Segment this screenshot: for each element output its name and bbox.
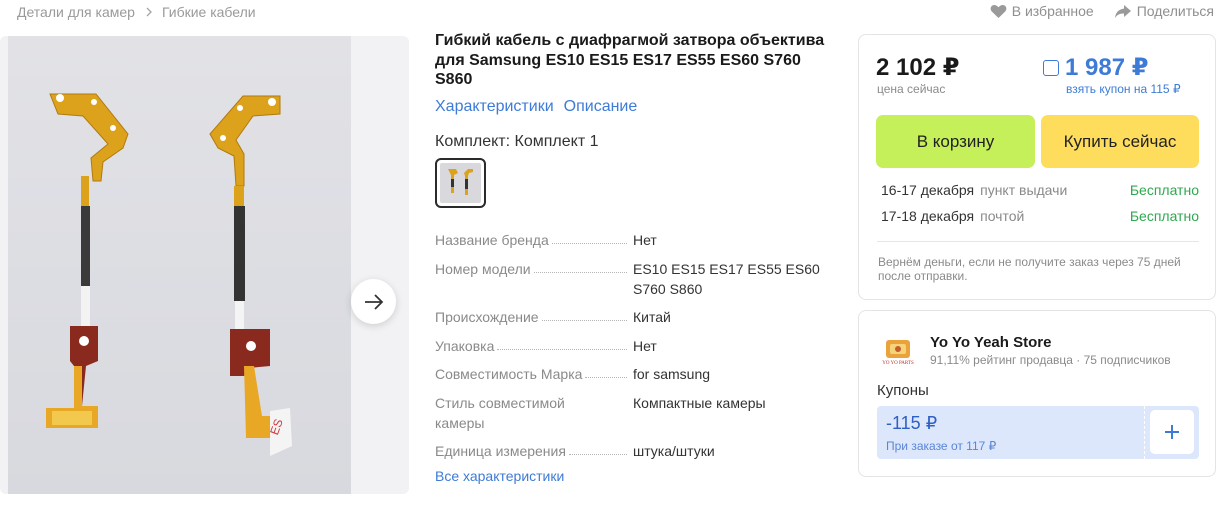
spec-row: Упаковка Нет	[435, 335, 835, 356]
spec-value: ES10 ES15 ES17 ES55 ES60 S760 S860	[633, 260, 820, 297]
product-gallery: ES	[0, 36, 409, 494]
coupon-checkbox[interactable]	[1043, 59, 1059, 76]
spec-key: Стиль совместимой камеры	[435, 392, 585, 433]
delivery-price: Бесплатно	[1129, 182, 1199, 198]
spec-value: Компактные камеры	[633, 394, 766, 411]
store-coupon: -115 ₽ При заказе от 117 ₽	[877, 406, 1199, 459]
spec-row: Совместимость Марка for samsung	[435, 364, 835, 384]
add-to-cart-button[interactable]: В корзину	[876, 115, 1035, 168]
coupon-amount: -115 ₽	[886, 413, 938, 433]
spec-value: штука/штуки	[633, 443, 715, 459]
plus-icon	[1165, 425, 1179, 439]
spec-key: Название бренда	[435, 230, 552, 250]
divider	[877, 241, 1199, 242]
delivery-option: 16-17 декабря пункт выдачи Бесплатно	[881, 182, 1199, 198]
delivery-date: 16-17 декабря	[881, 182, 975, 198]
delivery-type: почтой	[980, 208, 1025, 224]
spec-row: Название бренда Нет	[435, 230, 835, 250]
right-cable-shape: ES	[209, 95, 292, 456]
store-subscribers: 75 подписчиков	[1083, 353, 1171, 367]
spec-row: Единица измерения штука/штуки	[435, 441, 835, 461]
specs-table: Название бренда Нет Номер модели ES10 ES…	[435, 230, 835, 470]
meta-separator: ·	[1076, 353, 1084, 367]
favorite-button[interactable]: В избранное	[990, 3, 1094, 19]
buy-now-button[interactable]: Купить сейчас	[1041, 115, 1199, 168]
store-logo[interactable]: YO YO PARTS	[876, 329, 920, 373]
delivery-price: Бесплатно	[1129, 208, 1199, 224]
breadcrumb: Детали для камер Гибкие кабели	[0, 3, 256, 21]
refund-note: Вернём деньги, если не получите заказ че…	[878, 255, 1181, 283]
spec-row: Стиль совместимой камеры Компактные каме…	[435, 392, 835, 433]
breadcrumb-item-flex-cables[interactable]: Гибкие кабели	[162, 4, 256, 20]
product-title: Гибкий кабель с диафрагмой затвора объек…	[435, 32, 825, 88]
product-image[interactable]: ES	[8, 36, 351, 494]
share-icon	[1114, 4, 1131, 18]
store-name[interactable]: Yo Yo Yeah Store	[930, 334, 1051, 351]
coupon-condition: При заказе от 117 ₽	[886, 439, 997, 453]
store-rating: 91,11% рейтинг продавца	[930, 353, 1073, 367]
tab-description[interactable]: Описание	[564, 98, 638, 116]
store-logo-text: YO YO PARTS	[882, 360, 914, 366]
kit-option-thumbnail[interactable]	[435, 157, 486, 208]
coupon-price: 1 987 ₽	[1043, 53, 1148, 82]
product-info: Гибкий кабель с диафрагмой затвора объек…	[435, 31, 835, 208]
tab-characteristics[interactable]: Характеристики	[435, 98, 554, 116]
coupon-price-value: 1 987 ₽	[1065, 54, 1149, 81]
kit-thumbnail-image	[448, 168, 473, 195]
spec-row: Номер модели ES10 ES15 ES17 ES55 ES60 S7…	[435, 258, 835, 299]
spec-key: Номер модели	[435, 258, 534, 299]
store-logo-image	[886, 339, 910, 358]
current-price-label: цена сейчас	[877, 82, 946, 96]
take-coupon-link[interactable]: взять купон на 115 ₽	[1066, 82, 1181, 96]
spec-value: Нет	[633, 337, 657, 354]
store-meta: 91,11% рейтинг продавца · 75 подписчиков	[930, 353, 1171, 367]
spec-row: Происхождение Китай	[435, 307, 835, 327]
coupons-label: Купоны	[877, 382, 929, 399]
spec-value: for samsung	[633, 366, 711, 382]
chevron-right-icon	[146, 7, 152, 17]
add-coupon-button[interactable]	[1150, 410, 1194, 454]
left-cable-shape	[46, 93, 129, 428]
share-label: Поделиться	[1136, 3, 1214, 19]
next-image-button[interactable]	[351, 279, 396, 324]
spec-key: Совместимость Марка	[435, 364, 586, 384]
spec-value: Китай	[633, 309, 671, 325]
store-card: YO YO PARTS Yo Yo Yeah Store 91,11% рейт…	[858, 310, 1216, 477]
coupon-divider	[1144, 406, 1145, 459]
arrow-right-icon	[364, 293, 383, 310]
all-specs-link[interactable]: Все характеристики	[435, 468, 564, 484]
spec-value: Нет	[633, 232, 657, 248]
delivery-date: 17-18 декабря	[881, 208, 975, 224]
spec-key: Происхождение	[435, 307, 542, 327]
product-tabs: Характеристики Описание	[435, 98, 835, 116]
heart-icon	[990, 4, 1007, 18]
top-actions: В избранное Поделиться	[990, 3, 1214, 19]
spec-key: Упаковка	[435, 335, 498, 356]
spec-key: Единица измерения	[435, 441, 569, 461]
delivery-option: 17-18 декабря почтой Бесплатно	[881, 208, 1199, 224]
current-price: 2 102 ₽	[876, 54, 960, 81]
delivery-type: пункт выдачи	[980, 182, 1068, 198]
favorite-label: В избранное	[1011, 3, 1094, 19]
share-button[interactable]: Поделиться	[1114, 3, 1214, 19]
breadcrumb-item-camera-parts[interactable]: Детали для камер	[17, 4, 135, 20]
kit-label: Комплект: Комплект 1	[435, 132, 599, 150]
price-card: 2 102 ₽ цена сейчас 1 987 ₽ взять купон …	[858, 34, 1216, 300]
flex-cable-photo: ES	[46, 93, 292, 456]
